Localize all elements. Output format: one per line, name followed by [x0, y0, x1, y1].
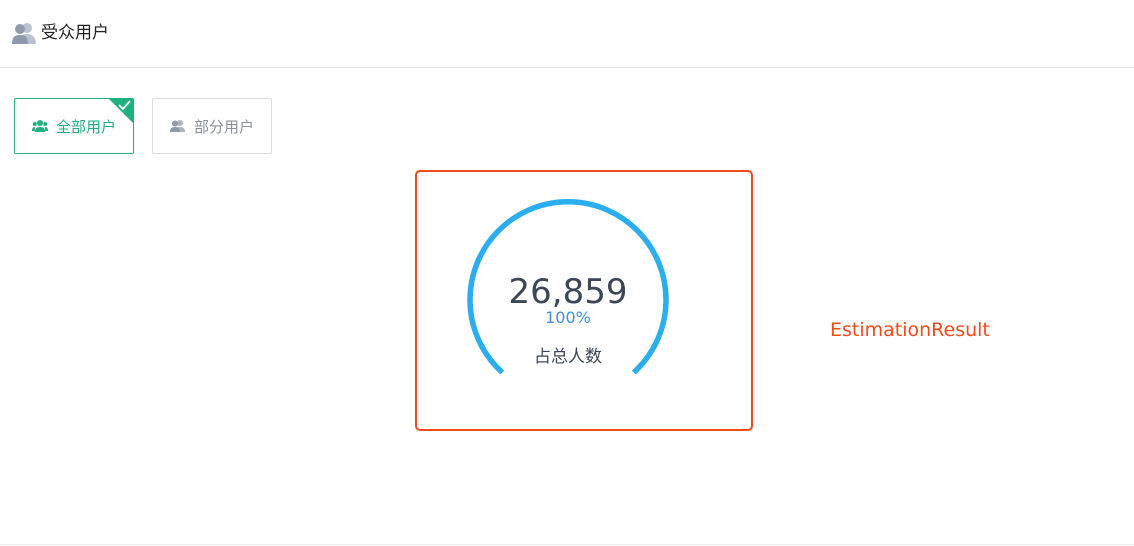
- all-users-label: 全部用户: [55, 117, 116, 136]
- users-icon: [12, 23, 36, 44]
- estimation-panel: 26,859 100% 占总人数: [415, 170, 753, 431]
- partial-users-label: 部分用户: [193, 117, 254, 136]
- user-pair-icon: [169, 120, 185, 132]
- estimated-user-count: 26,859: [508, 272, 628, 312]
- page: 受众用户 全部用户 部分用户 26,859 100% 占总人数 Estimati…: [0, 0, 1134, 546]
- users-group-icon: [31, 120, 48, 132]
- divider: [0, 544, 1134, 545]
- check-icon: [118, 100, 131, 110]
- percent-of-total: 100%: [545, 308, 591, 327]
- page-title: 受众用户: [41, 23, 109, 43]
- gauge-caption: 占总人数: [534, 347, 602, 367]
- partial-users-option[interactable]: 部分用户: [152, 98, 272, 154]
- all-users-option[interactable]: 全部用户: [14, 98, 134, 154]
- header: 受众用户: [0, 0, 1134, 68]
- estimation-result-label: EstimationResult: [830, 319, 990, 341]
